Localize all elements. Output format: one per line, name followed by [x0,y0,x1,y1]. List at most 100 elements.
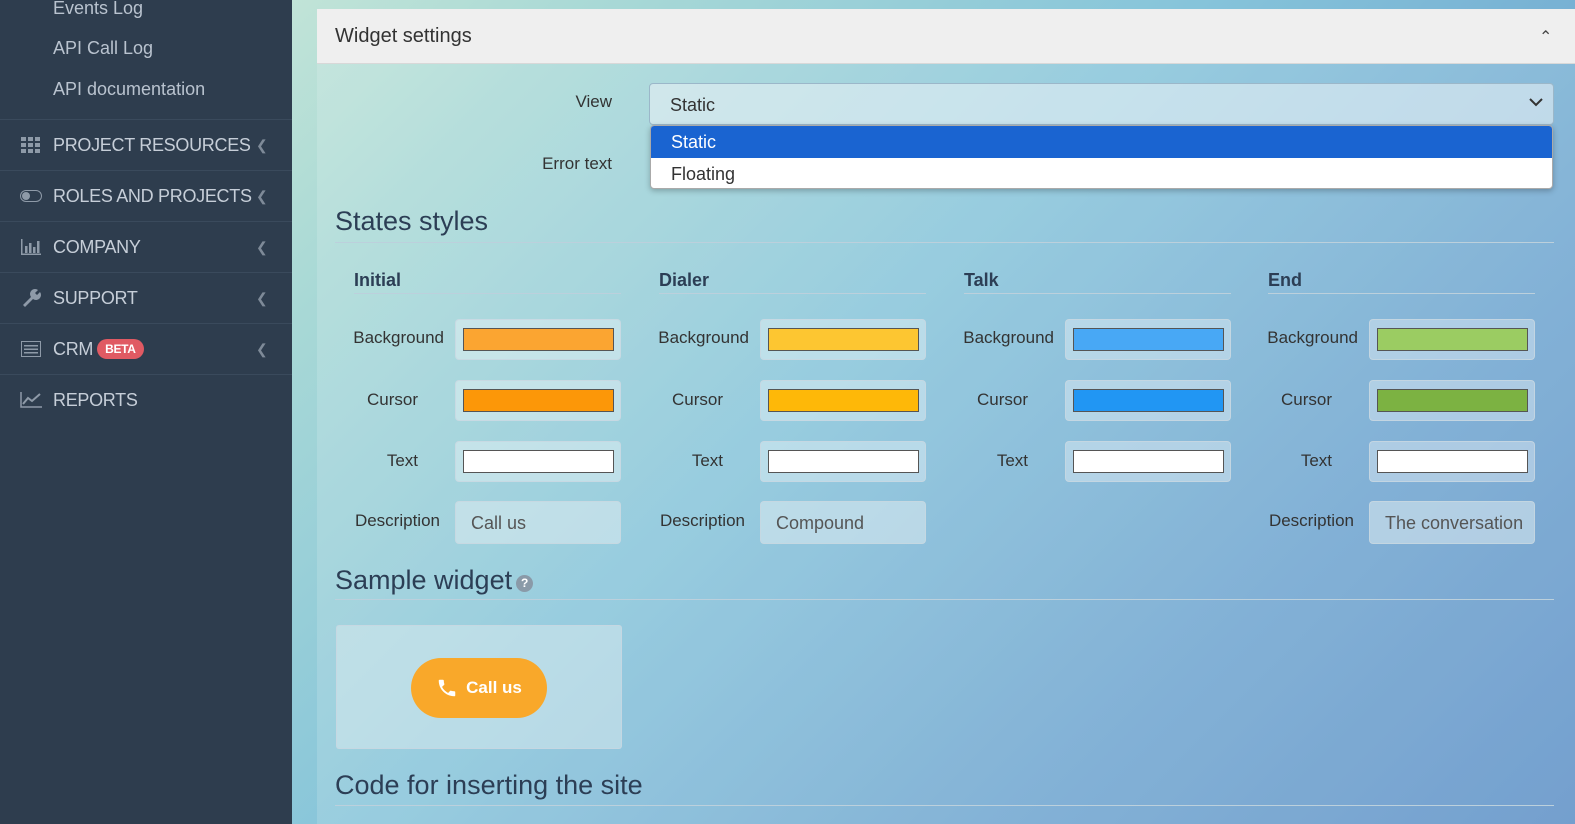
initial-description-input[interactable]: Call us [455,501,621,544]
crm-label: CRM [53,338,94,359]
call-us-button[interactable]: Call us [411,658,547,718]
sidebar-item-label: PROJECT RESOURCES [53,134,251,155]
toggle-icon [20,187,42,205]
panel-header[interactable]: Widget settings ⌃ [317,9,1575,64]
column-divider [354,293,621,294]
color-swatch [1073,389,1224,412]
sidebar-item-label: COMPANY [53,236,141,257]
dialer-text-color[interactable] [760,441,926,482]
state-title-initial: Initial [354,270,402,290]
color-swatch [1377,328,1528,351]
state-title-talk: Talk [964,270,999,290]
states-styles-title: States styles [335,206,489,236]
sidebar-item-reports[interactable]: REPORTS [0,374,292,425]
help-icon[interactable]: ? [516,575,534,592]
sidebar-item-label: SUPPORT [53,287,138,308]
cursor-label: Cursor [1280,390,1332,409]
color-swatch [1377,450,1528,473]
talk-background-color[interactable] [1065,319,1231,360]
section-divider [335,242,1554,243]
view-option-static[interactable]: Static [651,126,1552,158]
chevron-left-icon: ❮ [256,238,268,255]
sidebar-item-label: REPORTS [53,389,138,410]
code-section-title: Code for inserting the site [335,770,643,800]
sidebar-item-support[interactable]: SUPPORT ❮ [0,272,292,323]
color-swatch [463,389,614,412]
error-text-label: Error text [542,154,612,173]
end-text-color[interactable] [1369,441,1535,482]
view-label: View [575,92,612,111]
color-swatch [768,389,919,412]
sidebar-item-label: CRM BETA [53,338,144,360]
dialer-cursor-color[interactable] [760,380,926,421]
column-divider [659,293,926,294]
sidebar-subitem-api-call-log[interactable]: API Call Log [53,38,153,59]
color-swatch [768,328,919,351]
color-swatch [1073,450,1224,473]
cursor-label: Cursor [366,390,418,409]
sample-widget-title: Sample widget? [335,565,534,596]
call-us-label: Call us [466,678,522,697]
sidebar: Events Log API Call Log API documentatio… [0,0,292,824]
text-label: Text [691,451,723,470]
sidebar-subitem-api-documentation[interactable]: API documentation [53,79,205,100]
phone-icon [436,677,458,699]
line-chart-icon [20,391,42,409]
chevron-up-icon[interactable]: ⌃ [1539,27,1552,47]
panel-title: Widget settings [335,25,472,47]
end-description-input[interactable]: The conversation [1369,501,1535,544]
initial-cursor-color[interactable] [455,380,621,421]
bar-chart-icon [20,238,42,256]
text-label: Text [386,451,418,470]
color-swatch [463,450,614,473]
talk-text-color[interactable] [1065,441,1231,482]
sample-widget-preview: Call us [336,625,622,749]
cursor-label: Cursor [976,390,1028,409]
chevron-down-icon [1529,94,1543,110]
cursor-label: Cursor [671,390,723,409]
end-background-color[interactable] [1369,319,1535,360]
view-select-value: Static [670,95,716,115]
end-cursor-color[interactable] [1369,380,1535,421]
state-title-end: End [1268,270,1302,290]
description-label: Description [1268,511,1354,530]
talk-cursor-color[interactable] [1065,380,1231,421]
sidebar-item-label: ROLES AND PROJECTS [53,185,252,206]
list-icon [20,340,42,358]
dialer-description-input[interactable]: Compound [760,501,926,544]
sidebar-item-project-resources[interactable]: PROJECT RESOURCES ❮ [0,119,292,170]
description-label: Description [659,511,745,530]
sidebar-item-crm[interactable]: CRM BETA ❮ [0,323,292,374]
background-label: Background [963,328,1054,347]
text-label: Text [1300,451,1332,470]
initial-text-color[interactable] [455,441,621,482]
section-divider [335,599,1554,600]
sidebar-subitem-events-log[interactable]: Events Log [53,0,143,19]
view-select[interactable]: Static [649,83,1554,125]
view-option-floating[interactable]: Floating [651,158,1552,188]
description-label: Description [354,511,440,530]
chevron-left-icon: ❮ [256,340,268,357]
background-label: Background [1267,328,1358,347]
initial-background-color[interactable] [455,319,621,360]
color-swatch [1073,328,1224,351]
chevron-left-icon: ❮ [256,187,268,204]
state-title-dialer: Dialer [659,270,710,290]
beta-badge: BETA [97,338,144,359]
grid-icon [20,136,42,154]
color-swatch [463,328,614,351]
column-divider [1268,293,1535,294]
wrench-icon [20,289,42,307]
background-label: Background [658,328,749,347]
sidebar-item-roles-and-projects[interactable]: ROLES AND PROJECTS ❮ [0,170,292,221]
section-divider [335,805,1554,806]
color-swatch [768,450,919,473]
color-swatch [1377,389,1528,412]
text-label: Text [996,451,1028,470]
view-dropdown: Static Floating [650,125,1553,189]
dialer-background-color[interactable] [760,319,926,360]
chevron-left-icon: ❮ [256,136,268,153]
sidebar-item-company[interactable]: COMPANY ❮ [0,221,292,272]
column-divider [964,293,1231,294]
background-label: Background [353,328,444,347]
